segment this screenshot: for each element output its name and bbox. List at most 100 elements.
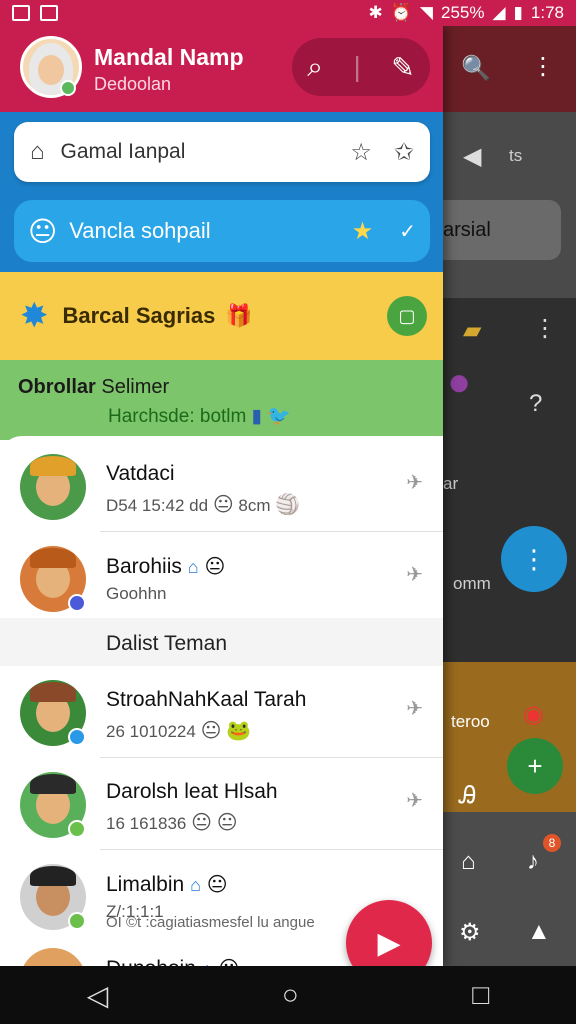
chat-list: Vatdaci D54 15:42 dd 😐 8cm 🏐 ✈ Barohiis (0, 436, 443, 616)
emoji-icon: 😐 (206, 874, 228, 896)
friend-name: Limalbin ⌂ 😐 (106, 873, 228, 896)
mute-icon[interactable]: ✈ (406, 470, 423, 495)
user-subtitle: Dedoolan (94, 74, 172, 94)
banner-action-button[interactable]: ▢ (387, 296, 427, 336)
chat-meta: Goohhn (106, 584, 167, 603)
profile-icon[interactable]: ▲ (527, 918, 551, 946)
home-badge-icon: ⌂ (202, 959, 213, 966)
avatar (20, 454, 86, 520)
background-list: ▰ ⋮ ● ? ar omm (443, 298, 576, 662)
verified-badge-icon (68, 728, 86, 746)
help-icon[interactable]: ? (529, 390, 542, 418)
notification-icon[interactable]: ♪ (527, 848, 539, 876)
edit-icon[interactable]: ✎ (391, 51, 414, 84)
play-icon: ▶ (377, 926, 401, 960)
mute-icon[interactable]: ✈ (406, 696, 423, 721)
message-preview: OI ©t :cagiatiasmesfel lu angue (106, 914, 315, 931)
mute-icon[interactable]: ✈ (406, 562, 423, 587)
emoji-icon: 😐 (191, 812, 212, 834)
background-toolbar: 🔍 ⋮ (443, 26, 576, 112)
friend-name: Darolsh leat Hlsah (106, 780, 278, 803)
plus-icon: + (527, 750, 543, 781)
emoji-icon: 😐 (200, 720, 222, 742)
background-label-omm: omm (453, 574, 491, 593)
friend-name: Dunohoin ⌂ 😐 (106, 956, 239, 966)
back-icon[interactable]: ◁ (87, 979, 109, 1012)
creature-icon: 🐸 (226, 720, 252, 742)
background-label-teroo: teroo (451, 712, 490, 731)
friend-meta: 16 161836 😐 😐 (106, 812, 238, 834)
chat-name: Vatdaci (106, 462, 175, 485)
search-icon[interactable]: ⌕ (307, 51, 323, 84)
list-item[interactable]: Barohiis ⌂ 😐 Goohhn ✈ (0, 532, 443, 624)
background-pill[interactable]: arsial (433, 200, 561, 260)
signal-bars-icon: ▮ (251, 406, 263, 427)
clock: 1:78 (530, 3, 564, 22)
emoji-icon: 😐 (212, 494, 234, 516)
emoji-icon: 😐 (216, 812, 238, 834)
home-badge-icon: ⌂ (190, 875, 201, 895)
gallery-notification-icon (12, 5, 30, 21)
status-bar: ✱ ⏰ ◥ 255% ◢ ▮ 1:78 (0, 0, 576, 26)
emoji-icon: 😐 (218, 958, 239, 966)
background-bottom-bar: ⌂ ♪ 8 ⚙ ▲ (443, 812, 576, 966)
list-item[interactable]: Vatdaci D54 15:42 dd 😐 8cm 🏐 ✈ (0, 440, 443, 532)
search-icon[interactable]: 🔍 (461, 54, 491, 83)
friend-meta: 26 1010224 😐 🐸 (106, 720, 252, 742)
emoji-icon: 😐 (204, 556, 226, 578)
verified-badge-icon (68, 594, 86, 612)
star-filled-icon[interactable]: ★ (352, 217, 374, 246)
chats-section-subtitle: Harchsde: botlm ▮ 🐦 (108, 406, 292, 427)
user-name: Mandal Namp (94, 44, 244, 70)
gift-icon: 🎁 (225, 303, 253, 328)
monster-sticker-icon: ● (447, 360, 472, 404)
featured-item[interactable]: 😐 Vancla sohpail ★ ✓ (14, 200, 430, 262)
search-bar-text: Gamal Ianpal (60, 140, 186, 163)
banner[interactable]: ✸ Barcal Sagrias 🎁 ▢ (0, 272, 443, 360)
mute-icon[interactable]: ✈ (406, 788, 423, 813)
battery-icon: ▮ (513, 3, 523, 22)
header-actions: ⌕ | ✎ (292, 38, 430, 96)
chats-section-band (0, 360, 443, 440)
list-item[interactable]: StroahNahKaal Tarah 26 1010224 😐 🐸 ✈ (0, 666, 443, 758)
background-add-button[interactable]: + (507, 738, 563, 794)
friend-name: StroahNahKaal Tarah (106, 688, 307, 711)
home-badge-icon: ⌂ (187, 557, 199, 577)
ball-icon: 🏐 (275, 494, 301, 516)
friends-section-title: Dalist Teman (106, 632, 227, 655)
notification-badge: 8 (543, 834, 561, 852)
background-label-ar: ar (443, 474, 459, 493)
check-badge-icon[interactable]: ✓ (399, 219, 416, 244)
home-nav-icon[interactable]: ○ (282, 979, 299, 1011)
square-icon: ▢ (398, 305, 416, 326)
star-badge-icon[interactable]: ✩ (394, 138, 414, 167)
background-fab[interactable]: ⋮ (501, 526, 567, 592)
banner-title: Barcal Sagrias (62, 303, 216, 328)
wifi-icon: ◥ (419, 3, 433, 22)
home-icon: ⌂ (30, 138, 45, 165)
search-bar[interactable]: ⌂ Gamal Ianpal ☆ ✩ (14, 122, 430, 182)
more-vert-icon[interactable]: ⋮ (533, 314, 557, 343)
navigation-drawer: Mandal Namp Dedoolan ⌕ | ✎ ⌂ Gamal Ianpa… (0, 26, 443, 966)
mail-notification-icon (40, 5, 58, 21)
chat-name: Barohiis ⌂ 😐 (106, 555, 226, 578)
alarm-icon: ⏰ (390, 3, 412, 22)
bird-icon: 🐦 (267, 406, 292, 427)
avatar (20, 948, 86, 966)
star-icon[interactable]: ☆ (350, 138, 372, 167)
home-icon[interactable]: ⌂ (461, 848, 476, 876)
recents-icon[interactable]: □ (472, 979, 489, 1011)
drawer-header: Mandal Namp Dedoolan ⌕ | ✎ (0, 26, 443, 112)
background-app: 🔍 ⋮ ◀ ts arsial ▰ ⋮ ● ? ar omm ⋮ teroo ◉… (433, 26, 576, 966)
system-nav-bar: ◁ ○ □ (0, 966, 576, 1024)
smiley-icon: 😐 (28, 215, 58, 247)
list-item[interactable]: Darolsh leat Hlsah 16 161836 😐 😐 ✈ (0, 758, 443, 850)
text-format-icon[interactable]: Ꭿ (459, 782, 476, 810)
more-vert-icon[interactable]: ⋮ (531, 52, 555, 81)
sticker-icon: ✸ (20, 297, 49, 335)
online-status-icon (68, 912, 86, 930)
chat-meta: D54 15:42 dd 😐 8cm 🏐 (106, 494, 301, 516)
settings-icon[interactable]: ⚙ (459, 918, 481, 947)
battery-percent: 255% (440, 3, 485, 22)
background-label-ts: ts (509, 146, 523, 165)
